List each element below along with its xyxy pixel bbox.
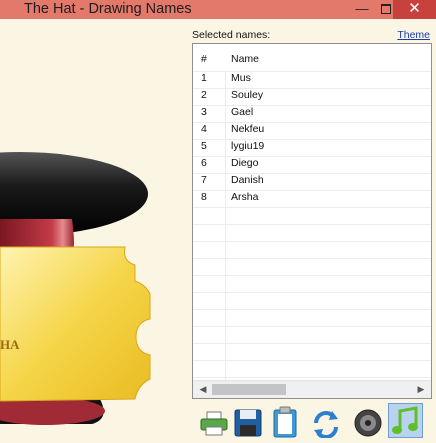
list-row[interactable]: 5 lygiu19 bbox=[193, 138, 431, 155]
row-name: Gael bbox=[231, 106, 254, 118]
list-row[interactable]: 3 Gael bbox=[193, 104, 431, 121]
ticket-text: HA bbox=[0, 337, 20, 352]
horizontal-scrollbar[interactable]: ◀ ▶ bbox=[193, 380, 431, 398]
hat-illustration[interactable]: HA bbox=[0, 19, 190, 438]
printer-icon bbox=[200, 411, 228, 436]
list-row[interactable]: 1 Mus bbox=[193, 70, 431, 87]
row-number: 8 bbox=[201, 191, 207, 203]
row-name: Diego bbox=[231, 157, 259, 169]
scrollbar-thumb[interactable] bbox=[212, 384, 286, 395]
row-number: 1 bbox=[201, 72, 207, 84]
row-name: Danish bbox=[231, 174, 264, 186]
minimize-button[interactable]: — bbox=[350, 0, 374, 19]
list-row[interactable]: 4 Nekfeu bbox=[193, 121, 431, 138]
column-header-number[interactable]: # bbox=[201, 53, 207, 65]
row-number: 4 bbox=[201, 123, 207, 135]
selected-names-list[interactable]: # Name 1 Mus 2 Souley 3 Gael 4 Nekfeu 5 … bbox=[192, 43, 432, 399]
row-name: Souley bbox=[231, 89, 264, 101]
close-button[interactable]: ✕ bbox=[393, 0, 436, 19]
row-name: lygiu19 bbox=[231, 140, 265, 152]
speaker-icon bbox=[354, 409, 382, 437]
list-row[interactable]: 7 Danish bbox=[193, 172, 431, 189]
selected-names-label: Selected names: bbox=[192, 29, 271, 41]
row-name: Arsha bbox=[231, 191, 259, 203]
minimize-icon: — bbox=[355, 1, 369, 16]
row-name: Nekfeu bbox=[231, 123, 265, 135]
sound-button[interactable] bbox=[352, 403, 384, 438]
row-name: Mus bbox=[231, 72, 251, 84]
clipboard-icon bbox=[273, 406, 297, 438]
music-button[interactable] bbox=[388, 403, 423, 438]
row-number: 5 bbox=[201, 140, 207, 152]
hat-graphic bbox=[0, 152, 151, 425]
list-header: # Name bbox=[193, 44, 431, 72]
music-note-icon bbox=[392, 406, 418, 434]
row-number: 2 bbox=[201, 89, 207, 101]
row-number: 6 bbox=[201, 157, 207, 169]
column-header-name[interactable]: Name bbox=[231, 53, 259, 65]
close-icon: ✕ bbox=[408, 0, 421, 17]
save-button[interactable] bbox=[232, 403, 264, 438]
scroll-left-icon[interactable]: ◀ bbox=[196, 383, 210, 396]
refresh-icon bbox=[314, 411, 338, 438]
theme-link[interactable]: Theme bbox=[397, 29, 430, 41]
row-number: 3 bbox=[201, 106, 207, 118]
refresh-button[interactable] bbox=[310, 403, 342, 438]
list-row[interactable]: 6 Diego bbox=[193, 155, 431, 172]
scroll-right-icon[interactable]: ▶ bbox=[414, 383, 428, 396]
window-title: The Hat - Drawing Names bbox=[24, 1, 192, 17]
title-bar: The Hat - Drawing Names — ✕ bbox=[0, 0, 436, 19]
list-row[interactable]: 8 Arsha bbox=[193, 189, 431, 206]
save-icon bbox=[234, 409, 262, 437]
maximize-icon bbox=[381, 4, 391, 14]
copy-button[interactable] bbox=[269, 403, 301, 438]
list-row[interactable]: 2 Souley bbox=[193, 87, 431, 104]
print-button[interactable] bbox=[198, 403, 230, 438]
row-number: 7 bbox=[201, 174, 207, 186]
